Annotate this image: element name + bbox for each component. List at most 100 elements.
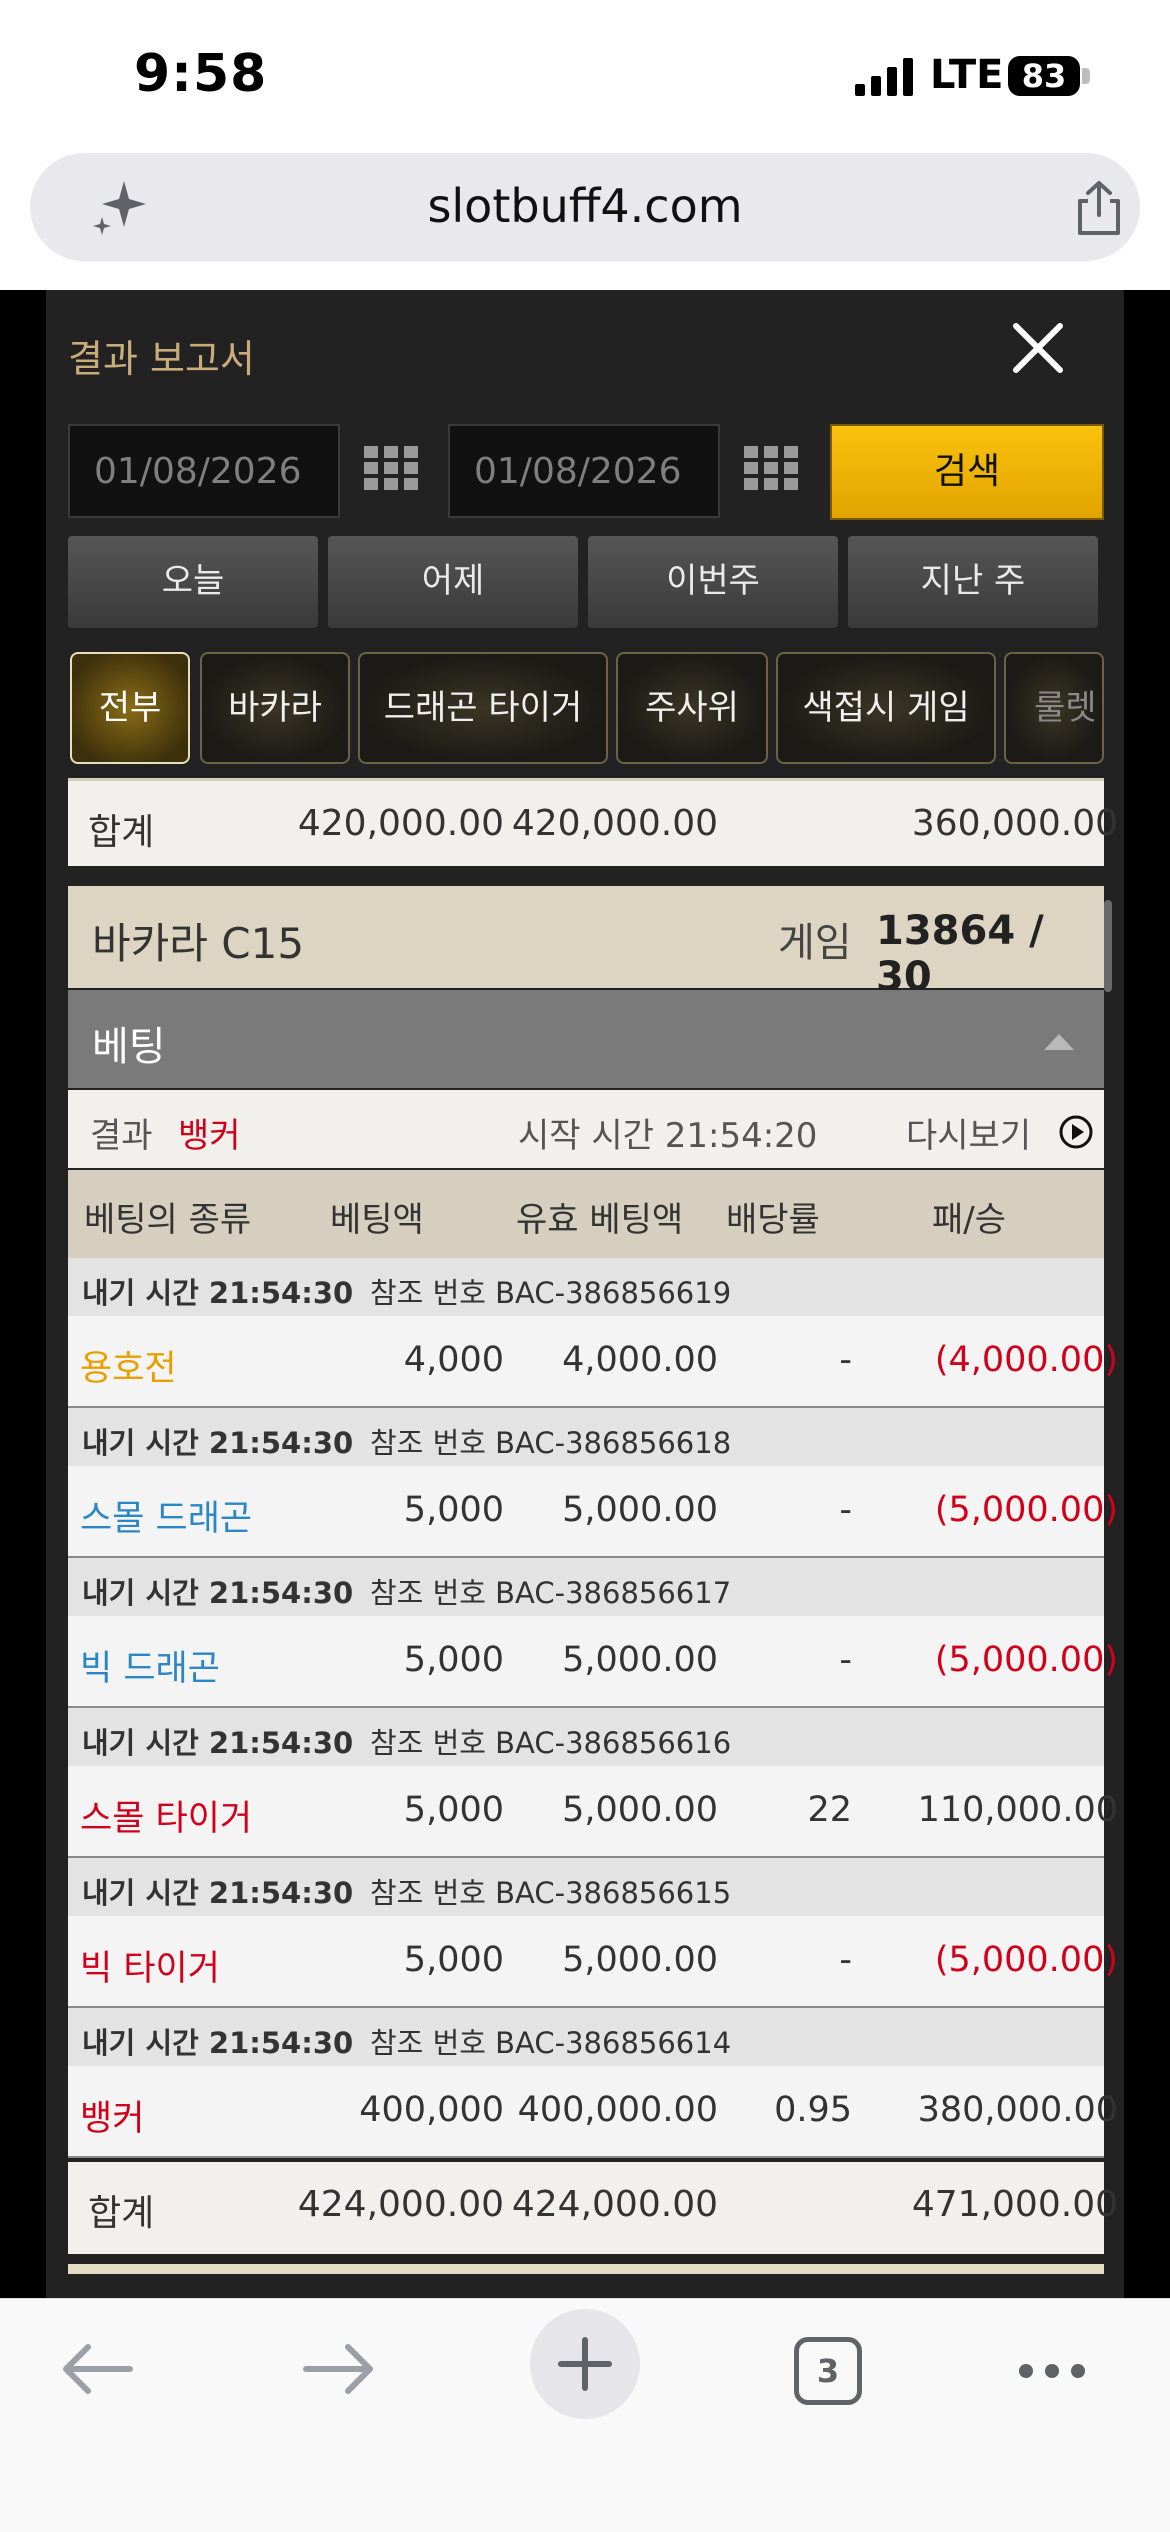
browser-toolbar: 3	[0, 2298, 1170, 2532]
bet-amount: 5,000	[403, 1940, 504, 1980]
bet-row: 용호전 4,000 4,000.00 - (4,000.00)	[68, 1316, 1118, 1408]
forward-arrow-icon[interactable]	[302, 2339, 378, 2399]
period-today-button[interactable]: 오늘	[68, 536, 318, 628]
battery-cap	[1082, 68, 1090, 84]
bet-odds: -	[839, 1340, 852, 1380]
bet-reference-number: 참조 번호 BAC-386856615	[370, 1876, 732, 1910]
back-arrow-icon[interactable]	[58, 2339, 134, 2399]
bet-odds: 22	[807, 1790, 852, 1830]
bet-amount: 5,000	[403, 1790, 504, 1830]
column-valid-bet: 유효 베팅액	[516, 1200, 684, 1240]
game-header[interactable]: 바카라 C15 게임 13864 / 30	[68, 886, 1112, 1000]
bet-reference-row: 내기 시간 21:54:30 참조 번호 BAC-386856614	[68, 2008, 1104, 2066]
bet-winloss: (5,000.00)	[934, 1940, 1118, 1980]
date-from-input[interactable]	[68, 424, 340, 518]
valid-bet-amount: 5,000.00	[562, 1640, 718, 1680]
period-this-week-button[interactable]: 이번주	[588, 536, 838, 628]
period-yesterday-button[interactable]: 어제	[328, 536, 578, 628]
result-report-panel: 결과 보고서 검색 오늘 어제 이번주 지난 주 전부 바카라 드래곤 타이거 …	[46, 290, 1124, 2298]
network-type: LTE	[930, 52, 1004, 98]
bet-amount: 5,000	[403, 1490, 504, 1530]
date-to-input[interactable]	[448, 424, 720, 518]
share-icon[interactable]	[1070, 179, 1128, 237]
bet-reference-number: 참조 번호 BAC-386856616	[370, 1726, 732, 1760]
close-icon[interactable]	[1006, 316, 1070, 380]
column-header-row: 베팅의 종류 베팅액 유효 베팅액 배당률 패/승	[68, 1170, 1104, 1258]
chevron-up-icon[interactable]	[1044, 1032, 1074, 1050]
signal-icon	[855, 58, 913, 96]
total-winloss: 360,000.00	[911, 803, 1118, 844]
bet-amount: 5,000	[403, 1640, 504, 1680]
total-bet: 420,000.00	[297, 803, 504, 844]
new-tab-button[interactable]	[530, 2309, 640, 2419]
panel-title: 결과 보고서	[68, 337, 255, 381]
plus-icon	[558, 2337, 612, 2391]
bet-type: 스몰 드래곤	[80, 1499, 253, 1539]
total-label: 합계	[88, 2193, 155, 2234]
bet-type: 뱅커	[80, 2099, 145, 2139]
bet-odds: -	[839, 1940, 852, 1980]
bet-time: 내기 시간 21:54:30	[82, 1726, 354, 1760]
start-time: 시작 시간 21:54:20	[518, 1116, 818, 1156]
status-time: 9:58	[134, 44, 268, 104]
tab-dice[interactable]: 주사위	[616, 652, 768, 764]
total-valid-bet: 420,000.00	[511, 803, 718, 844]
tab-color-dish[interactable]: 색접시 게임	[776, 652, 996, 764]
valid-bet-amount: 5,000.00	[562, 1790, 718, 1830]
period-last-week-button[interactable]: 지난 주	[848, 536, 1098, 628]
bet-row: 스몰 타이거 5,000 5,000.00 22 110,000.00	[68, 1766, 1118, 1858]
bet-winloss: (4,000.00)	[934, 1340, 1118, 1380]
bet-time: 내기 시간 21:54:30	[82, 1576, 354, 1610]
next-section-edge	[68, 2264, 1104, 2274]
bet-odds: -	[839, 1490, 852, 1530]
bet-reference-number: 참조 번호 BAC-386856617	[370, 1576, 732, 1610]
bet-odds: 0.95	[774, 2090, 852, 2130]
tab-all[interactable]: 전부	[70, 652, 190, 764]
betting-total-row: 합계 424,000.00 424,000.00 471,000.00	[68, 2162, 1118, 2254]
status-bar: 9:58 LTE 83	[0, 0, 1170, 150]
bet-type: 빅 타이거	[80, 1949, 220, 1989]
calendar-grid-icon[interactable]	[364, 446, 418, 500]
url-text[interactable]: slotbuff4.com	[30, 179, 1140, 233]
replay-link[interactable]: 다시보기	[906, 1108, 1031, 1157]
bet-amount: 400,000	[359, 2090, 504, 2130]
scrollbar[interactable]	[1104, 900, 1112, 992]
betting-label: 베팅	[92, 1024, 166, 1070]
tab-dragon-tiger[interactable]: 드래곤 타이거	[358, 652, 608, 764]
tab-roulette[interactable]: 룰렛	[1004, 652, 1104, 764]
column-winloss: 패/승	[932, 1200, 1007, 1240]
tab-switcher-button[interactable]: 3	[794, 2337, 862, 2405]
bet-row: 뱅커 400,000 400,000.00 0.95 380,000.00	[68, 2066, 1118, 2158]
bet-winloss: 380,000.00	[917, 2090, 1118, 2130]
result-label: 결과	[90, 1116, 153, 1156]
search-button[interactable]: 검색	[830, 424, 1104, 520]
valid-bet-amount: 5,000.00	[562, 1490, 718, 1530]
bet-time: 내기 시간 21:54:30	[82, 2026, 354, 2060]
total-valid-bet: 424,000.00	[511, 2184, 718, 2225]
game-name: 바카라 C15	[92, 919, 305, 968]
betting-section-header[interactable]: 베팅	[68, 990, 1104, 1088]
tab-baccarat[interactable]: 바카라	[200, 652, 350, 764]
game-label: 게임	[778, 920, 852, 966]
bet-row: 빅 타이거 5,000 5,000.00 - (5,000.00)	[68, 1916, 1118, 2008]
bet-winloss: 110,000.00	[917, 1790, 1118, 1830]
bet-type: 스몰 타이거	[80, 1799, 253, 1839]
total-winloss: 471,000.00	[911, 2184, 1118, 2225]
play-circle-icon[interactable]	[1058, 1114, 1094, 1150]
bet-type: 빅 드래곤	[80, 1649, 220, 1689]
bet-winloss: (5,000.00)	[934, 1640, 1118, 1680]
calendar-grid-icon[interactable]	[744, 446, 798, 500]
result-row: 결과 뱅커 시작 시간 21:54:20 다시보기	[68, 1090, 1104, 1168]
column-bet-type: 베팅의 종류	[84, 1200, 252, 1240]
bet-time: 내기 시간 21:54:30	[82, 1276, 354, 1310]
result-value: 뱅커	[178, 1116, 241, 1156]
bet-row: 빅 드래곤 5,000 5,000.00 - (5,000.00)	[68, 1616, 1118, 1708]
valid-bet-amount: 4,000.00	[562, 1340, 718, 1380]
address-bar[interactable]: slotbuff4.com	[30, 153, 1140, 261]
column-bet-amount: 베팅액	[330, 1200, 424, 1240]
bet-reference-row: 내기 시간 21:54:30 참조 번호 BAC-386856616	[68, 1708, 1104, 1766]
bet-type: 용호전	[80, 1349, 177, 1389]
more-options-icon[interactable]	[1016, 2361, 1088, 2381]
bet-reference-row: 내기 시간 21:54:30 참조 번호 BAC-386856619	[68, 1258, 1104, 1316]
previous-total-row: 합계 420,000.00 420,000.00 360,000.00	[68, 778, 1118, 866]
